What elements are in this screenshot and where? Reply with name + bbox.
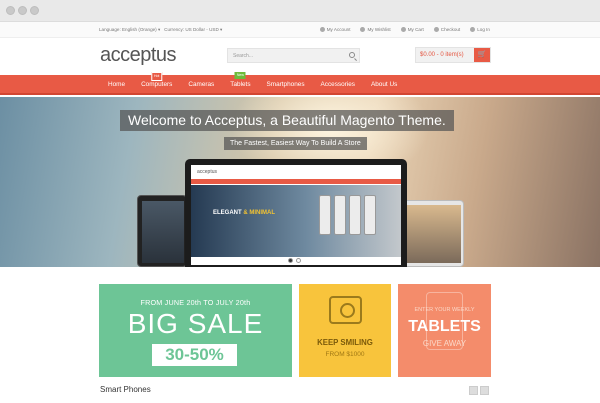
slider-dots	[288, 258, 301, 263]
tablets-banner[interactable]: ENTER YOUR WEEKLY TABLETS GIVE AWAY	[398, 284, 491, 377]
top-bar: Language: English (Orange) ▾ Currency: U…	[0, 22, 600, 38]
phone-image	[334, 195, 346, 235]
nav-item-accessories[interactable]: Accessories	[313, 75, 363, 95]
search-input[interactable]: Search...	[227, 48, 360, 63]
monitor-image: acceptus ELEGANT & MINIMAL	[185, 159, 407, 267]
hot-badge: Hot	[150, 72, 163, 81]
nav-items: Home Hot Computers Cameras New Tablets Sma…	[100, 72, 405, 95]
nav-item-cameras[interactable]: Cameras	[180, 75, 222, 95]
phone-image	[319, 195, 331, 235]
camera-icon	[329, 296, 362, 324]
search-placeholder: Search...	[233, 53, 254, 59]
language-selector[interactable]: Language: English (Orange)	[99, 27, 157, 32]
carousel-arrows	[469, 386, 489, 395]
sale-dates: FROM JUNE 20th TO JULY 20th	[140, 298, 251, 307]
tablet-image	[137, 195, 187, 267]
heart-icon	[360, 27, 366, 32]
prev-arrow-icon[interactable]	[469, 386, 478, 395]
monitor-screen: acceptus ELEGANT & MINIMAL	[191, 165, 401, 265]
laptop-image	[400, 200, 464, 267]
checkout-icon	[433, 27, 439, 32]
cart-total: $0.00 - 0 item(s)	[420, 52, 464, 58]
nav-item-about-us[interactable]: About Us	[363, 75, 405, 95]
close-dot-icon[interactable]	[6, 6, 15, 15]
nav-item-home[interactable]: Home	[100, 75, 133, 95]
my-cart-link[interactable]: My Cart	[400, 27, 424, 32]
keep-smiling-title: KEEP SMILING	[317, 338, 373, 347]
maximize-dot-icon[interactable]	[30, 6, 39, 15]
account-links: My Account My Wishlist My Cart Checkout …	[319, 27, 490, 32]
currency-selector[interactable]: Currency: US Dollar - USD	[164, 27, 219, 32]
slider-dot[interactable]	[288, 258, 293, 263]
nav-item-computers[interactable]: Hot Computers	[133, 72, 180, 95]
hero-title: Welcome to Acceptus, a Beautiful Magento…	[120, 110, 454, 131]
big-sale-banner[interactable]: FROM JUNE 20th TO JULY 20th BIG SALE 30-…	[99, 284, 292, 377]
tablets-bottom-text: GIVE AWAY	[422, 339, 467, 348]
new-badge: New	[234, 72, 246, 79]
cart-icon	[400, 27, 406, 32]
section-title: Smart Phones	[100, 385, 151, 394]
sale-title: BIG SALE	[127, 308, 264, 339]
nav-item-smartphones[interactable]: Smartphones	[259, 75, 313, 95]
hero-slider[interactable]: Welcome to Acceptus, a Beautiful Magento…	[0, 97, 600, 267]
phone-image	[349, 195, 361, 235]
search-icon[interactable]	[349, 52, 355, 58]
my-wishlist-link[interactable]: My Wishlist	[360, 27, 391, 32]
checkout-link[interactable]: Checkout	[433, 27, 460, 32]
keep-smiling-price: FROM $1000	[325, 351, 365, 358]
cart-summary[interactable]: $0.00 - 0 item(s) 🛒	[415, 47, 491, 63]
locale-settings: Language: English (Orange) ▾ Currency: U…	[99, 27, 223, 32]
my-account-link[interactable]: My Account	[319, 27, 350, 32]
minimize-dot-icon[interactable]	[18, 6, 27, 15]
keep-smiling-banner[interactable]: KEEP SMILING FROM $1000	[299, 284, 391, 377]
next-arrow-icon[interactable]	[480, 386, 489, 395]
hero-subtitle: The Fastest, Easiest Way To Build A Stor…	[224, 137, 367, 150]
screen-hero-text: ELEGANT & MINIMAL	[213, 210, 275, 216]
screen-logo: acceptus	[197, 169, 218, 175]
tablets-top-text: ENTER YOUR WEEKLY	[414, 307, 475, 313]
login-link[interactable]: Log In	[470, 27, 490, 32]
slider-dot[interactable]	[296, 258, 301, 263]
sale-discount: 30-50%	[152, 344, 237, 366]
tablets-title: TABLETS	[408, 318, 481, 335]
browser-chrome	[0, 0, 600, 22]
browser-window: Language: English (Orange) ▾ Currency: U…	[0, 0, 600, 403]
user-icon	[319, 27, 325, 32]
lock-icon	[470, 27, 476, 32]
site-logo[interactable]: acceptus	[100, 44, 177, 67]
nav-item-tablets[interactable]: New Tablets	[222, 72, 258, 95]
phone-image	[364, 195, 376, 235]
cart-button[interactable]: 🛒	[474, 48, 490, 62]
main-nav: Home Hot Computers Cameras New Tablets Sma…	[0, 72, 600, 95]
